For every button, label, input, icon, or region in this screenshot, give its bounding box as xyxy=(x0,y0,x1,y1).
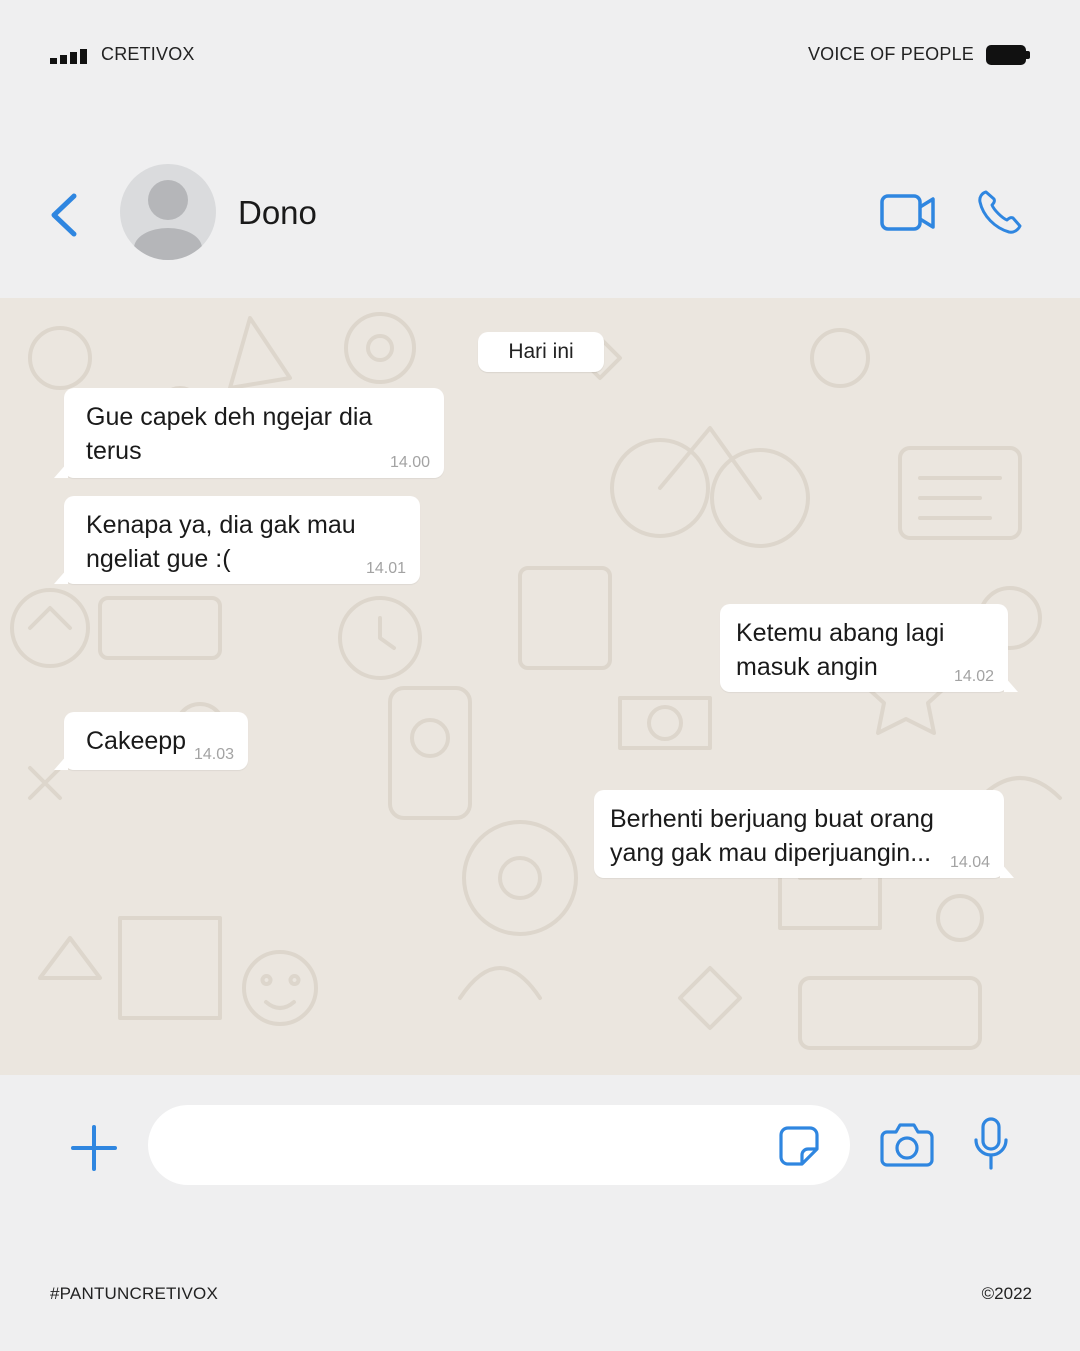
camera-button[interactable] xyxy=(880,1120,934,1168)
status-bar-right: VOICE OF PEOPLE xyxy=(808,44,1030,65)
contact-name[interactable]: Dono xyxy=(238,194,317,232)
message-timestamp: 14.01 xyxy=(365,560,406,577)
message-text-line: ngeliat gue :( xyxy=(86,545,231,573)
message-text-line: masuk angin xyxy=(736,653,878,681)
video-camera-icon xyxy=(880,194,935,231)
message-timestamp: 14.04 xyxy=(949,854,990,871)
chevron-left-icon xyxy=(51,193,77,237)
sticker-button[interactable] xyxy=(778,1125,820,1167)
microphone-button[interactable] xyxy=(972,1116,1010,1172)
message-text-line: yang gak mau diperjuangin... xyxy=(610,839,932,867)
avatar[interactable] xyxy=(120,164,216,260)
message-input-container xyxy=(148,1105,850,1185)
message-text-line: Gue capek deh ngejar dia xyxy=(86,403,373,431)
message-bubble-outgoing[interactable]: Ketemu abang lagi masuk angin 14.02 xyxy=(720,604,1018,692)
footer-copyright: ©2022 xyxy=(981,1284,1032,1303)
message-bubble-incoming[interactable]: Cakeepp 14.03 xyxy=(54,712,248,770)
message-text-line: terus xyxy=(86,437,142,465)
message-timestamp: 14.03 xyxy=(193,746,234,763)
video-call-button[interactable] xyxy=(878,190,938,236)
carrier-name: CRETIVOX xyxy=(101,44,195,64)
status-label: VOICE OF PEOPLE xyxy=(807,44,974,64)
phone-icon xyxy=(978,190,1022,234)
sticker-icon xyxy=(779,1126,819,1166)
status-bar-left: CRETIVOX xyxy=(50,44,195,64)
chat-area[interactable]: Hari ini Gue capek deh ngejar dia terus … xyxy=(0,298,1080,1075)
message-timestamp: 14.02 xyxy=(953,668,994,685)
message-bubble-outgoing[interactable]: Berhenti berjuang buat orang yang gak ma… xyxy=(594,790,1014,878)
message-bubble-incoming[interactable]: Gue capek deh ngejar dia terus 14.00 xyxy=(54,388,444,478)
person-silhouette-icon xyxy=(134,180,202,260)
battery-icon xyxy=(986,44,1030,65)
message-text-line: Kenapa ya, dia gak mau xyxy=(86,511,356,539)
message-bubble-incoming[interactable]: Kenapa ya, dia gak mau ngeliat gue :( 14… xyxy=(54,496,420,584)
footer-hashtag: #PANTUNCRETIVOX xyxy=(50,1284,218,1303)
message-text-line: Ketemu abang lagi xyxy=(736,619,945,647)
microphone-icon xyxy=(974,1117,1008,1170)
message-input[interactable] xyxy=(182,1125,762,1165)
camera-icon xyxy=(880,1123,934,1167)
message-text-line: Berhenti berjuang buat orang xyxy=(610,805,934,833)
chat-header: Dono xyxy=(0,150,1080,280)
attach-button[interactable] xyxy=(70,1124,118,1172)
signal-strength-icon xyxy=(50,46,87,64)
date-divider: Hari ini xyxy=(478,332,604,372)
message-timestamp: 14.00 xyxy=(389,454,430,471)
voice-call-button[interactable] xyxy=(976,188,1024,236)
back-button[interactable] xyxy=(44,190,84,240)
plus-icon xyxy=(71,1125,117,1171)
